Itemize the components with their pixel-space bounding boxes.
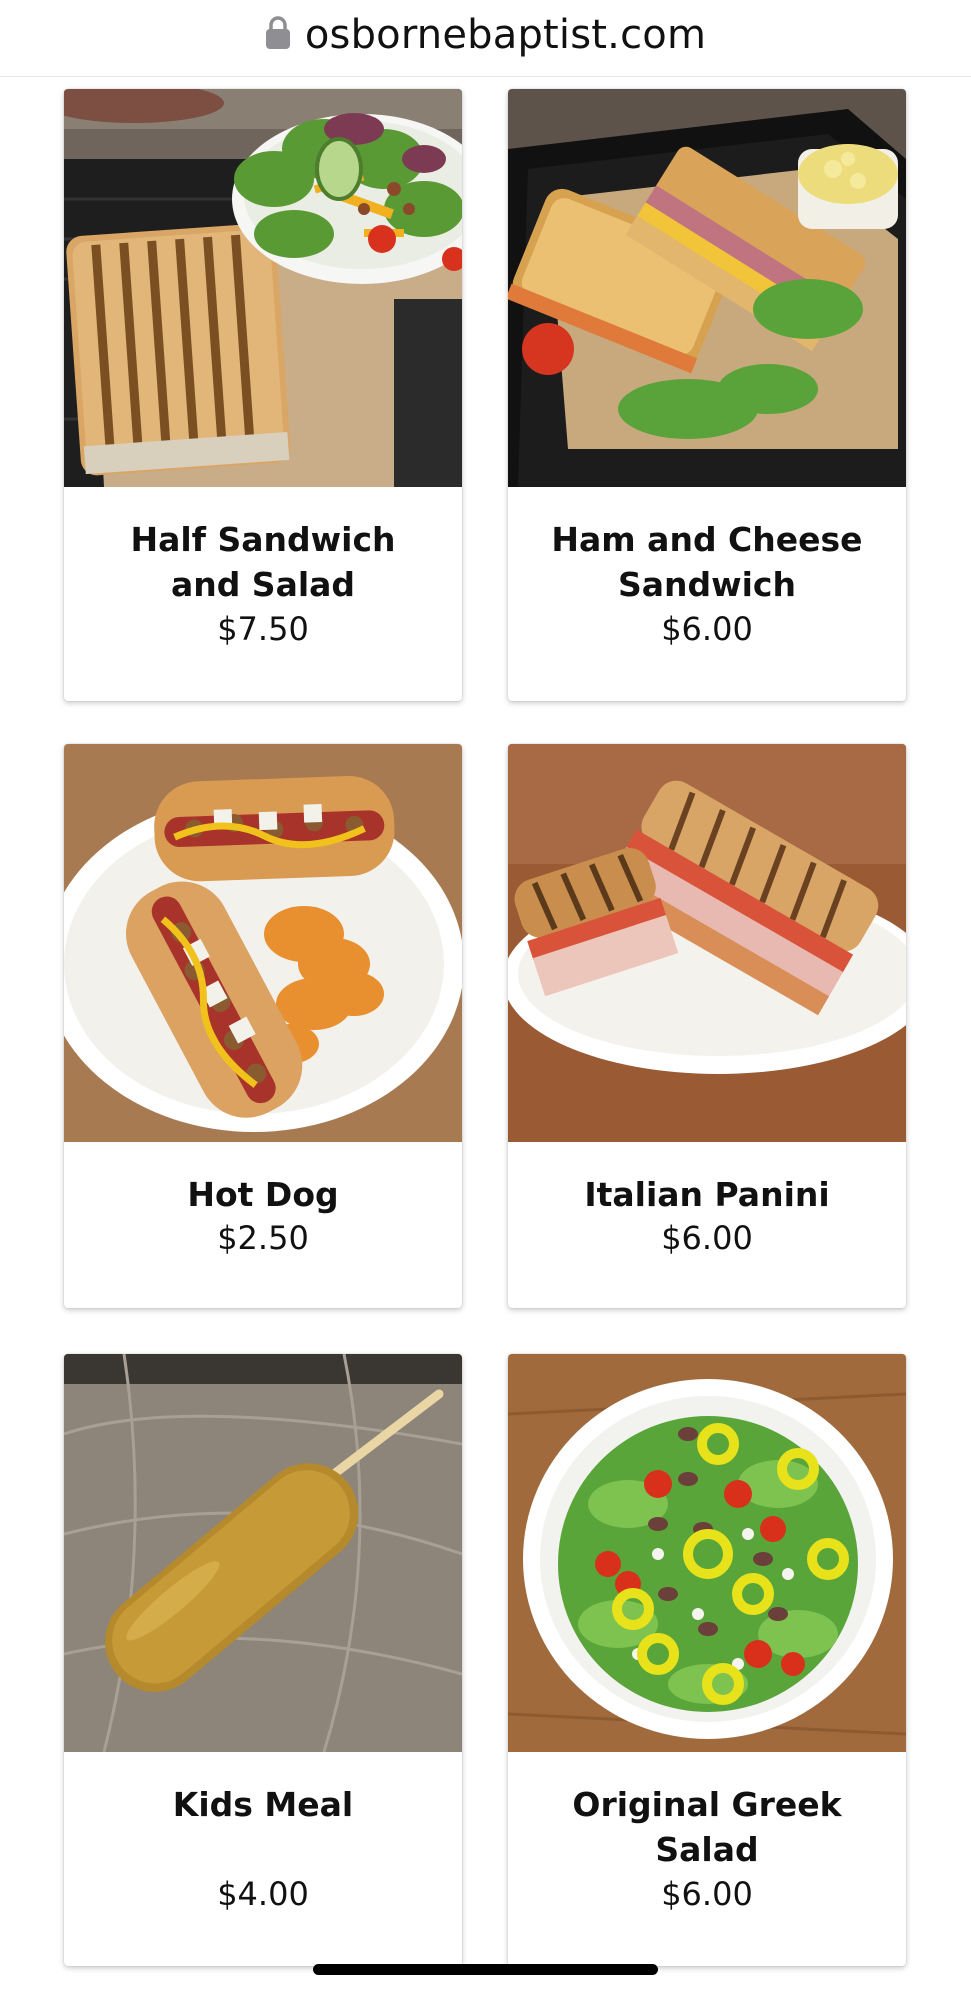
menu-card-kids-meal[interactable]: Kids Meal $4.00 bbox=[64, 1354, 462, 1966]
item-name: Original Greek bbox=[572, 1785, 842, 1824]
item-price: $6.00 bbox=[661, 610, 753, 648]
item-name-line2: Sandwich bbox=[617, 565, 796, 604]
greek-salad-photo bbox=[508, 1354, 906, 1752]
menu-card-italian-panini[interactable]: Italian Panini $6.00 bbox=[508, 744, 906, 1308]
italian-panini-photo bbox=[508, 744, 906, 1142]
item-name-line2: Salad bbox=[655, 1830, 759, 1869]
item-price: $6.00 bbox=[661, 1219, 753, 1257]
menu-card-half-sandwich-and-salad[interactable]: Half Sandwich and Salad $7.50 bbox=[64, 89, 462, 701]
item-price: $7.50 bbox=[217, 610, 309, 648]
home-indicator[interactable] bbox=[313, 1964, 658, 1975]
item-price: $2.50 bbox=[217, 1219, 309, 1257]
item-name: Hot Dog bbox=[187, 1175, 339, 1214]
item-name-line2: and Salad bbox=[170, 565, 356, 604]
item-price: $4.00 bbox=[217, 1875, 309, 1913]
item-name: Half Sandwich bbox=[130, 520, 396, 559]
address-bar[interactable]: osbornebaptist.com bbox=[0, 0, 971, 77]
item-price: $6.00 bbox=[661, 1875, 753, 1913]
item-name: Kids Meal bbox=[172, 1785, 354, 1824]
item-name: Italian Panini bbox=[584, 1175, 830, 1214]
menu-card-original-greek-salad[interactable]: Original Greek Salad $6.00 bbox=[508, 1354, 906, 1966]
lock-icon bbox=[265, 16, 291, 54]
ham-cheese-sandwich-photo bbox=[508, 89, 906, 487]
panini-salad-photo bbox=[64, 89, 462, 487]
hot-dog-photo bbox=[64, 744, 462, 1142]
corn-dog-photo bbox=[64, 1354, 462, 1752]
url-text[interactable]: osbornebaptist.com bbox=[305, 12, 706, 58]
item-name: Ham and Cheese bbox=[551, 520, 863, 559]
menu-card-ham-and-cheese-sandwich[interactable]: Ham and Cheese Sandwich $6.00 bbox=[508, 89, 906, 701]
menu-card-hot-dog[interactable]: Hot Dog $2.50 bbox=[64, 744, 462, 1308]
